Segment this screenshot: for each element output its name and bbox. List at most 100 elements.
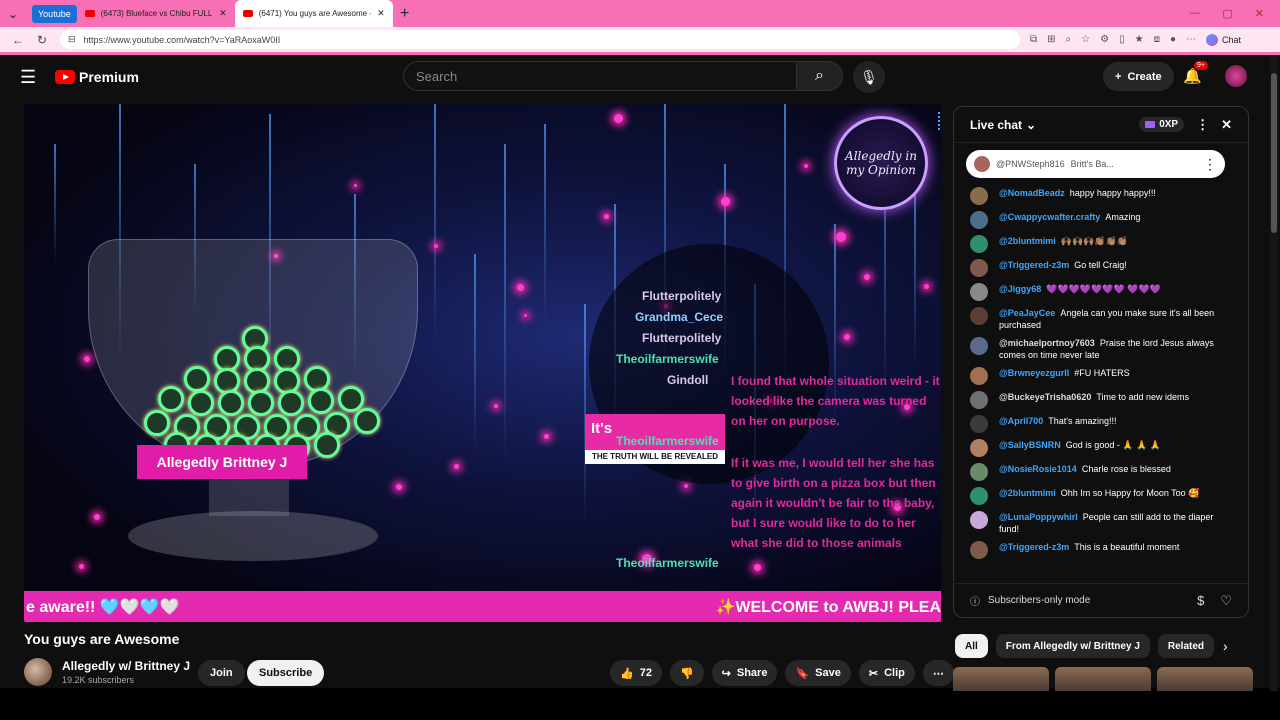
chat-message[interactable]: @NosieRosie1014 Charle rose is blessed bbox=[954, 460, 1239, 484]
copilot-chat-button[interactable]: Chat bbox=[1205, 33, 1241, 46]
site-info-icon[interactable]: ⊟ bbox=[68, 34, 76, 45]
video-player[interactable]: Allegedly Brittney J Allegedly in my Opi… bbox=[24, 104, 941, 622]
super-chat-icon[interactable]: $ bbox=[1197, 593, 1204, 609]
filter-chip[interactable]: From Allegedly w/ Brittney J bbox=[995, 634, 1150, 658]
chat-avatar[interactable] bbox=[970, 187, 988, 205]
youtube-logo[interactable]: Premium bbox=[55, 69, 139, 85]
chat-message[interactable]: @Brwneyezgurll #FU HATERS bbox=[954, 364, 1239, 388]
share-button[interactable]: ↪ Share bbox=[711, 660, 778, 686]
chat-message[interactable]: @Triggered-z3m Go tell Craig! bbox=[954, 256, 1239, 280]
chat-avatar[interactable] bbox=[970, 487, 988, 505]
chat-avatar[interactable] bbox=[970, 259, 988, 277]
join-button[interactable]: Join bbox=[198, 660, 245, 686]
close-icon[interactable]: ✕ bbox=[1221, 117, 1232, 133]
chat-avatar[interactable] bbox=[970, 235, 988, 253]
chat-message[interactable]: @Cwappycwafter.crafty Amazing bbox=[954, 208, 1239, 232]
browser-tab-active[interactable]: (6471) You guys are Awesome - YouTube ✕ bbox=[234, 0, 393, 27]
subscribe-button[interactable]: Subscribe bbox=[247, 660, 325, 686]
save-button[interactable]: 🔖 Save bbox=[785, 660, 851, 686]
chat-message[interactable]: @NomadBeadz happy happy happy!!! bbox=[954, 184, 1239, 208]
info-icon[interactable]: ⓘ bbox=[970, 593, 980, 608]
related-thumbnail[interactable] bbox=[1157, 667, 1253, 691]
dislike-button[interactable]: 👎 bbox=[669, 660, 704, 686]
chat-author[interactable]: @BuckeyeTrisha0620 bbox=[999, 392, 1091, 402]
page-scrollbar[interactable] bbox=[1270, 55, 1278, 691]
chat-author[interactable]: @michaelportnoy7603 bbox=[999, 338, 1095, 348]
chat-author[interactable]: @LunaPoppywhirl bbox=[999, 512, 1078, 522]
scrollbar-thumb[interactable] bbox=[1271, 73, 1277, 233]
chat-author[interactable]: @SallyBSNRN bbox=[999, 440, 1061, 450]
browser-tab[interactable]: (6473) Blueface vs Chibu FULL FIGHT ✕ bbox=[77, 0, 235, 27]
profile-icon[interactable]: ● bbox=[1170, 34, 1176, 45]
account-avatar[interactable] bbox=[1225, 65, 1247, 87]
translate-icon[interactable]: ⧉ bbox=[1030, 34, 1037, 45]
zoom-icon[interactable]: ⌕ bbox=[1066, 34, 1072, 45]
chat-avatar[interactable] bbox=[970, 283, 988, 301]
more-icon[interactable]: ⋯ bbox=[1186, 34, 1196, 45]
chat-message[interactable]: @2bluntmimi 🙌🏽🙌🏽🙌🏽👏🏽👏🏽👏🏽 bbox=[954, 232, 1239, 256]
chat-avatar[interactable] bbox=[970, 307, 988, 325]
chevron-down-icon[interactable]: ⌄ bbox=[1026, 118, 1036, 132]
url-field[interactable]: ⊟ https://www.youtube.com/watch?v=YaRAox… bbox=[60, 30, 1020, 49]
chat-author[interactable]: @Triggered-z3m bbox=[999, 260, 1069, 270]
chevron-right-icon[interactable]: › bbox=[1223, 638, 1228, 654]
close-tab-icon[interactable]: ✕ bbox=[377, 8, 385, 19]
notifications-button[interactable]: 🔔 9+ bbox=[1183, 61, 1208, 85]
chat-avatar[interactable] bbox=[970, 439, 988, 457]
xp-badge[interactable]: 0XP bbox=[1139, 117, 1185, 132]
chat-author[interactable]: @Cwappycwafter.crafty bbox=[999, 212, 1100, 222]
tab-group-label[interactable]: Youtube bbox=[32, 4, 77, 23]
chat-avatar[interactable] bbox=[970, 415, 988, 433]
related-thumbnail[interactable] bbox=[1055, 667, 1151, 691]
related-thumbnail[interactable] bbox=[953, 667, 1049, 691]
chat-message[interactable]: @SallyBSNRN God is good - 🙏 🙏 🙏 bbox=[954, 436, 1239, 460]
close-window-icon[interactable]: ✕ bbox=[1255, 7, 1264, 20]
split-screen-icon[interactable]: ▯ bbox=[1119, 34, 1125, 45]
chat-author[interactable]: @PeaJayCee bbox=[999, 308, 1055, 318]
maximize-icon[interactable]: ▢ bbox=[1222, 7, 1232, 20]
chat-avatar[interactable] bbox=[970, 211, 988, 229]
menu-icon[interactable]: ☰ bbox=[20, 67, 40, 88]
chat-message[interactable]: @LunaPoppywhirl People can still add to t… bbox=[954, 508, 1239, 538]
chat-avatar[interactable] bbox=[970, 541, 988, 559]
search-input[interactable]: Search bbox=[403, 61, 797, 91]
app-icon[interactable]: ⊞ bbox=[1047, 34, 1055, 45]
favorites-icon[interactable]: ★ bbox=[1135, 34, 1144, 45]
chat-author[interactable]: @2bluntmimi bbox=[999, 488, 1056, 498]
heart-icon[interactable]: ♡ bbox=[1220, 593, 1232, 609]
new-tab-icon[interactable]: + bbox=[393, 5, 417, 23]
chat-message[interactable]: @Jiggy68 💜💜💜💜💜💜💜 💜💜💜 bbox=[954, 280, 1239, 304]
more-vert-icon[interactable]: ⋮ bbox=[1196, 117, 1209, 133]
favorite-icon[interactable]: ☆ bbox=[1081, 34, 1090, 45]
chat-message[interactable]: @PeaJayCee Angela can you make sure it's … bbox=[954, 304, 1239, 334]
pinned-message[interactable]: @PNWSteph816 Britt's Ba... ⋮ bbox=[966, 150, 1225, 178]
tab-actions-chevron-icon[interactable]: ⌄ bbox=[0, 0, 26, 27]
more-actions-button[interactable]: ⋯ bbox=[922, 660, 954, 686]
filter-chip[interactable]: All bbox=[955, 634, 988, 658]
create-button[interactable]: + Create bbox=[1103, 62, 1174, 91]
channel-avatar[interactable] bbox=[24, 658, 52, 686]
chat-author[interactable]: @Brwneyezgurll bbox=[999, 368, 1069, 378]
chat-author[interactable]: @NomadBeadz bbox=[999, 188, 1065, 198]
chat-author[interactable]: @2bluntmimi bbox=[999, 236, 1056, 246]
clip-button[interactable]: ✂ Clip bbox=[858, 660, 915, 686]
chat-message[interactable]: @April700 That's amazing!!! bbox=[954, 412, 1239, 436]
chat-message[interactable]: @2bluntmimi Ohh Im so Happy for Moon Too … bbox=[954, 484, 1239, 508]
chat-author[interactable]: @April700 bbox=[999, 416, 1043, 426]
extensions-icon[interactable]: ⚙ bbox=[1100, 34, 1109, 45]
like-button[interactable]: 👍 72 bbox=[610, 660, 662, 686]
filter-chip[interactable]: Related bbox=[1157, 634, 1215, 658]
reload-icon[interactable]: ↻ bbox=[30, 33, 54, 47]
chat-author[interactable]: @Jiggy68 bbox=[999, 284, 1041, 294]
chat-author[interactable]: @NosieRosie1014 bbox=[999, 464, 1077, 474]
search-button[interactable]: ⌕ bbox=[797, 61, 843, 91]
collections-icon[interactable]: ⧈ bbox=[1154, 34, 1160, 45]
chat-message[interactable]: @Triggered-z3m This is a beautiful moment bbox=[954, 538, 1239, 562]
chat-avatar[interactable] bbox=[970, 367, 988, 385]
chat-message[interactable]: @michaelportnoy7603 Praise the lord Jesus… bbox=[954, 334, 1239, 364]
chat-message[interactable]: @BuckeyeTrisha0620 Time to add new idems bbox=[954, 388, 1239, 412]
more-vert-icon[interactable]: ⋮ bbox=[1203, 156, 1217, 173]
chat-avatar[interactable] bbox=[970, 463, 988, 481]
minimize-icon[interactable]: — bbox=[1189, 7, 1200, 20]
back-icon[interactable]: ← bbox=[6, 33, 30, 47]
